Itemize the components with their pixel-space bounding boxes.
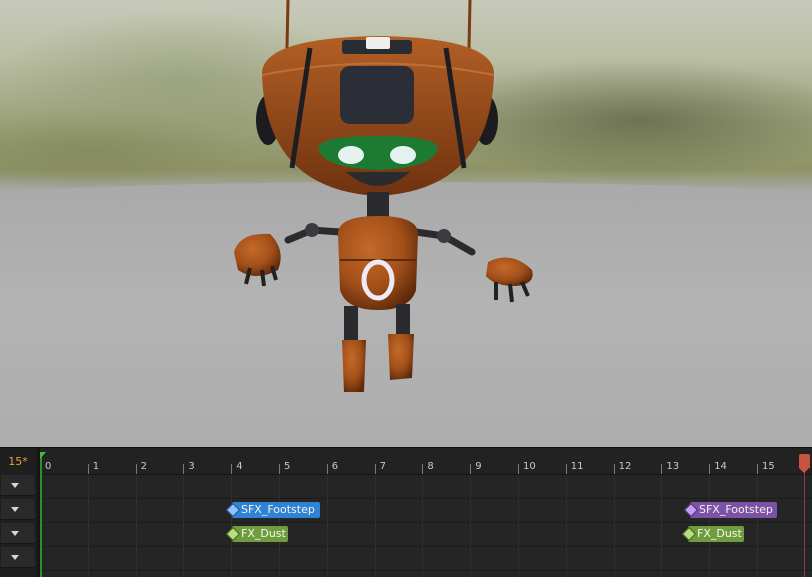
- frame-gridline: [135, 475, 137, 577]
- frame-gridline: [374, 475, 376, 577]
- notify-fx-dust[interactable]: FX_Dust: [681, 526, 744, 542]
- frame-gridline: [87, 475, 89, 577]
- notify-fx-dust[interactable]: FX_Dust: [225, 526, 288, 542]
- frame-gridline: [470, 475, 472, 577]
- notify-sfx-footstep[interactable]: SFX_Footstep: [683, 502, 777, 518]
- ruler-tick-label: 14: [714, 461, 727, 472]
- notify-label: SFX_Footstep: [699, 503, 773, 516]
- current-frame-counter: 15*: [8, 455, 28, 468]
- robot-character: [234, 0, 533, 392]
- ruler-tick: [87, 464, 89, 474]
- ruler-tick-label: 9: [475, 461, 482, 472]
- track-2-collapse-button[interactable]: [1, 523, 34, 544]
- playhead-handle[interactable]: [799, 454, 810, 473]
- track-3-collapse-button[interactable]: [1, 547, 34, 568]
- frame-gridline: [613, 475, 615, 577]
- ruler-tick-label: 3: [188, 461, 195, 472]
- ruler-tick: [661, 464, 663, 474]
- ruler-tick-label: 13: [666, 461, 680, 472]
- ruler-tick-label: 15: [762, 461, 775, 472]
- ruler-tick-label: 12: [618, 461, 632, 472]
- notify-track-3[interactable]: [40, 547, 812, 571]
- frame-gridline: [757, 475, 758, 577]
- ruler-tick-label: 4: [236, 461, 243, 472]
- start-frame-line: [40, 452, 42, 577]
- ruler-tick: [374, 464, 376, 474]
- frame-gridline: [326, 475, 328, 577]
- ruler-tick: [231, 464, 233, 474]
- ruler-tick: [470, 464, 472, 474]
- notify-label: FX_Dust: [241, 527, 286, 540]
- ruler-tick: [422, 464, 424, 474]
- ruler-tick-label: 8: [427, 461, 434, 472]
- ruler-tick: [135, 464, 137, 474]
- ruler-tick-label: 0: [45, 461, 52, 472]
- ruler-tick: [709, 464, 711, 474]
- ruler-tick: [613, 464, 615, 474]
- ruler-tick: [326, 464, 328, 474]
- ruler-tick-label: 10: [523, 461, 536, 472]
- track-header-column: 15*: [0, 448, 40, 577]
- ruler-tick-label: 11: [570, 461, 584, 472]
- ruler-tick: [183, 464, 185, 474]
- notify-label: FX_Dust: [697, 527, 742, 540]
- notify-track-area[interactable]: SFX_Footstep FX_Dust SFX_Footstep FX_Dus…: [40, 475, 812, 577]
- frame-ruler[interactable]: 0 1 2 3 4 5 6 7 8 9 10 11 12 13 14 15: [40, 448, 812, 475]
- ruler-tick: [757, 464, 758, 474]
- ruler-tick-label: 5: [284, 461, 291, 472]
- notify-label: SFX_Footstep: [241, 503, 315, 516]
- chevron-down-icon: [11, 483, 19, 488]
- ruler-tick: [279, 464, 280, 474]
- chevron-down-icon: [11, 531, 19, 536]
- notify-sfx-footstep[interactable]: SFX_Footstep: [225, 502, 320, 518]
- ruler-tick-label: 2: [140, 461, 147, 472]
- frame-gridline: [565, 475, 567, 577]
- animation-viewport[interactable]: [0, 0, 812, 447]
- track-1-collapse-button[interactable]: [1, 499, 34, 520]
- frame-gridline: [183, 475, 185, 577]
- chevron-down-icon: [11, 555, 19, 560]
- frame-gridline: [422, 475, 424, 577]
- ruler-tick: [518, 464, 519, 474]
- start-flag-icon: [40, 452, 46, 459]
- playhead-line: [804, 462, 805, 577]
- frame-gridline: [518, 475, 519, 577]
- ruler-tick-label: 6: [331, 461, 339, 472]
- animation-timeline[interactable]: 15* 0 1 2 3 4 5 6 7 8 9 10 11 12 13 14 1…: [0, 447, 812, 577]
- frame-gridline: [661, 475, 663, 577]
- notify-track-0[interactable]: [40, 475, 812, 499]
- ruler-tick-label: 1: [92, 461, 100, 472]
- track-0-collapse-button[interactable]: [1, 475, 34, 496]
- chevron-down-icon: [11, 507, 19, 512]
- ruler-tick-label: 7: [379, 461, 386, 472]
- ruler-tick: [565, 464, 567, 474]
